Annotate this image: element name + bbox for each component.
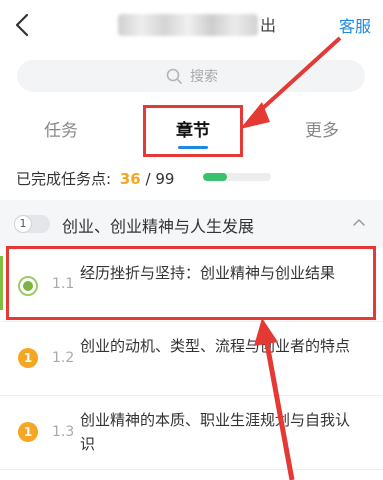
current-lesson-accent xyxy=(0,256,3,310)
lesson-item[interactable]: 1 1.3 创业精神的本质、职业生涯规划与自我认识 xyxy=(0,396,383,470)
pending-task-badge-icon: 1 xyxy=(18,348,38,368)
customer-service-link[interactable]: 客服 xyxy=(339,13,371,37)
back-arrow-icon[interactable] xyxy=(12,12,32,38)
progress-total-count: / 99 xyxy=(145,170,175,188)
lesson-title: 创业的动机、类型、流程与创业者的特点 xyxy=(80,337,351,355)
course-title-tail: 出 xyxy=(260,16,277,35)
pending-task-badge-icon: 1 xyxy=(18,422,38,442)
progress-done-count: 36 xyxy=(119,170,141,188)
progress-summary: 已完成任务点: 36 / 99 xyxy=(16,168,174,189)
progress-bar-fill xyxy=(203,173,228,181)
blurred-course-title xyxy=(118,14,258,36)
chapter-title: 创业、创业精神与人生发展 xyxy=(62,217,255,236)
progress-bar xyxy=(203,173,271,181)
lesson-number: 1.2 xyxy=(52,350,75,366)
lesson-title: 创业精神的本质、职业生涯规划与自我认识 xyxy=(80,411,351,453)
chapter-progress-toggle: 1 xyxy=(14,215,50,233)
lesson-item[interactable]: 1 1.2 创业的动机、类型、流程与创业者的特点 xyxy=(0,322,383,396)
search-icon xyxy=(166,68,182,84)
annotation-box-first-lesson xyxy=(6,246,376,320)
annotation-box-chapters-tab xyxy=(143,105,243,157)
tab-more[interactable]: 更多 xyxy=(305,116,339,141)
top-bar: 出 客服 xyxy=(0,0,383,50)
search-input[interactable]: 搜索 xyxy=(17,60,365,92)
chevron-up-icon[interactable] xyxy=(353,218,365,226)
tab-tasks[interactable]: 任务 xyxy=(44,116,78,141)
search-placeholder: 搜索 xyxy=(190,69,218,85)
progress-label: 已完成任务点: xyxy=(16,170,112,188)
chapter-number-badge: 1 xyxy=(14,215,32,233)
chapter-header[interactable]: 1 创业、创业精神与人生发展 xyxy=(0,200,383,248)
lesson-number: 1.3 xyxy=(52,424,75,440)
